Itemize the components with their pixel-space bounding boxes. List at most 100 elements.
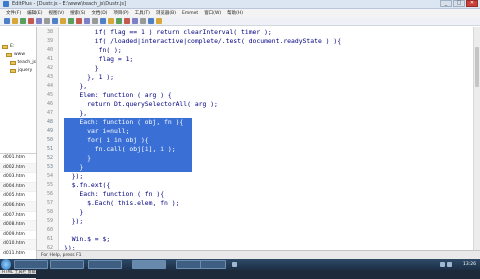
code-line[interactable]: 53}	[37, 163, 474, 172]
taskbar: 13:26	[0, 259, 480, 270]
file-list-item[interactable]: d002.htm	[0, 163, 36, 174]
file-list-item[interactable]: d001.htm	[0, 154, 36, 164]
maximize-button[interactable]: □	[453, 0, 465, 7]
toolbar-button[interactable]	[156, 18, 162, 24]
tree-node[interactable]: jquery	[2, 67, 36, 75]
volume-icon[interactable]	[447, 262, 452, 267]
line-number: 45	[46, 92, 53, 98]
taskbar-item[interactable]	[200, 260, 226, 269]
line-number: 52	[46, 155, 53, 161]
code-line[interactable]: 60	[37, 226, 474, 235]
code-text: Win.$ = $;	[71, 235, 111, 243]
toolbar	[0, 17, 480, 26]
toolbar-button[interactable]	[60, 18, 66, 24]
menu-view[interactable]: 视图(V)	[48, 10, 64, 16]
file-list-item[interactable]: d005.htm	[0, 192, 36, 202]
menu-edit[interactable]: 编辑(E)	[27, 10, 42, 16]
menu-emmet[interactable]: Emmet	[182, 11, 198, 16]
toolbar-button[interactable]	[20, 18, 26, 24]
code-line[interactable]: 56 Each: function ( fn ){	[37, 190, 474, 199]
code-line[interactable]: 54});	[37, 172, 474, 181]
menu-browser[interactable]: 浏览器(B)	[156, 10, 176, 16]
toolbar-button[interactable]	[116, 18, 122, 24]
code-line[interactable]: 40 fn( );	[37, 46, 474, 55]
taskbar-item[interactable]	[14, 260, 48, 269]
code-line[interactable]: 48 Each: function ( obj, fn ){	[37, 118, 474, 127]
code-text: fn( );	[98, 46, 122, 54]
code-line[interactable]: 57 $.Each( this.elem, fn );	[37, 199, 474, 208]
code-line[interactable]: 52}	[37, 154, 474, 163]
scrollbar-thumb[interactable]	[475, 47, 479, 87]
toolbar-button[interactable]	[12, 18, 18, 24]
folder-icon	[10, 69, 16, 73]
code-line[interactable]: 38 if( flag == 1 ) return clearInterval( …	[37, 28, 474, 37]
close-button[interactable]: ✕	[466, 0, 478, 7]
code-editor[interactable]: 38 if( flag == 1 ) return clearInterval( …	[37, 27, 480, 250]
line-number: 54	[46, 173, 53, 179]
line-number: 44	[46, 83, 53, 89]
taskbar-item[interactable]	[50, 260, 84, 269]
code-line[interactable]: 58}	[37, 208, 474, 217]
minimize-button[interactable]: _	[440, 0, 452, 7]
tree-node[interactable]: www	[2, 51, 36, 59]
code-line[interactable]: 43}, 1 );	[37, 73, 474, 82]
code-line[interactable]: 55 $.fn.ext({	[37, 181, 474, 190]
file-list-item[interactable]: d008.htm	[0, 221, 36, 231]
code-text: var i=null;	[87, 127, 130, 135]
toolbar-button[interactable]	[148, 18, 154, 24]
toolbar-button[interactable]	[108, 18, 114, 24]
taskbar-item[interactable]	[88, 260, 122, 269]
toolbar-button[interactable]	[4, 18, 10, 24]
toolbar-button[interactable]	[140, 18, 146, 24]
vertical-scrollbar[interactable]	[473, 27, 480, 250]
line-number: 51	[46, 146, 53, 152]
toolbar-button[interactable]	[52, 18, 58, 24]
code-line[interactable]: 39 if( /loaded|interactive|complete/.test…	[37, 37, 474, 46]
tree-node[interactable]: E:	[2, 43, 36, 51]
line-number: 47	[46, 110, 53, 116]
code-line[interactable]: 47},	[37, 109, 474, 118]
tree-node[interactable]: teach_js	[2, 59, 36, 67]
toolbar-button[interactable]	[36, 18, 42, 24]
code-text: },	[79, 82, 88, 90]
code-line[interactable]: 59});	[37, 217, 474, 226]
menu-search[interactable]: 搜索(S)	[70, 10, 85, 16]
code-line[interactable]: 41 flag = 1;	[37, 55, 474, 64]
menu-tools[interactable]: 工具(T)	[135, 10, 150, 16]
code-line[interactable]: 44},	[37, 82, 474, 91]
menu-file[interactable]: 文件(F)	[6, 10, 21, 16]
code-text: fn.call( obj[i], i );	[94, 145, 176, 153]
code-line[interactable]: 46 return Dt.querySelectorAll( arg );	[37, 100, 474, 109]
toolbar-button[interactable]	[132, 18, 138, 24]
menu-help[interactable]: 帮助(H)	[227, 10, 243, 16]
code-line[interactable]: 45 Elem: function ( arg ) {	[37, 91, 474, 100]
toolbar-button[interactable]	[28, 18, 34, 24]
start-button[interactable]	[1, 259, 11, 270]
toolbar-button[interactable]	[76, 18, 82, 24]
code-line[interactable]: 50 for( i in obj ){	[37, 136, 474, 145]
tree-label: jquery	[18, 68, 33, 73]
toolbar-button[interactable]	[44, 18, 50, 24]
file-list-item[interactable]: d003.htm	[0, 173, 36, 183]
file-list-item[interactable]: d004.htm	[0, 182, 36, 193]
taskbar-item[interactable]	[132, 260, 166, 269]
toolbar-button[interactable]	[100, 18, 106, 24]
file-list-item[interactable]: d010.htm	[0, 240, 36, 250]
code-line[interactable]: 49 var i=null;	[37, 127, 474, 136]
network-icon[interactable]	[440, 262, 445, 267]
file-list-item[interactable]: d007.htm	[0, 212, 36, 222]
tray-icon[interactable]	[232, 262, 237, 267]
menu-window[interactable]: 窗口(W)	[204, 10, 221, 16]
file-list-item[interactable]: d006.htm	[0, 201, 36, 212]
code-line[interactable]: 42}	[37, 64, 474, 73]
toolbar-button[interactable]	[124, 18, 130, 24]
toolbar-button[interactable]	[92, 18, 98, 24]
file-list-item[interactable]: d009.htm	[0, 231, 36, 241]
toolbar-button[interactable]	[68, 18, 74, 24]
line-number: 49	[46, 128, 53, 134]
code-line[interactable]: 51 fn.call( obj[i], i );	[37, 145, 474, 154]
menu-project[interactable]: 项目(P)	[113, 10, 128, 16]
toolbar-button[interactable]	[84, 18, 90, 24]
code-line[interactable]: 61 Win.$ = $;	[37, 235, 474, 244]
menu-document[interactable]: 文档(D)	[91, 10, 107, 16]
